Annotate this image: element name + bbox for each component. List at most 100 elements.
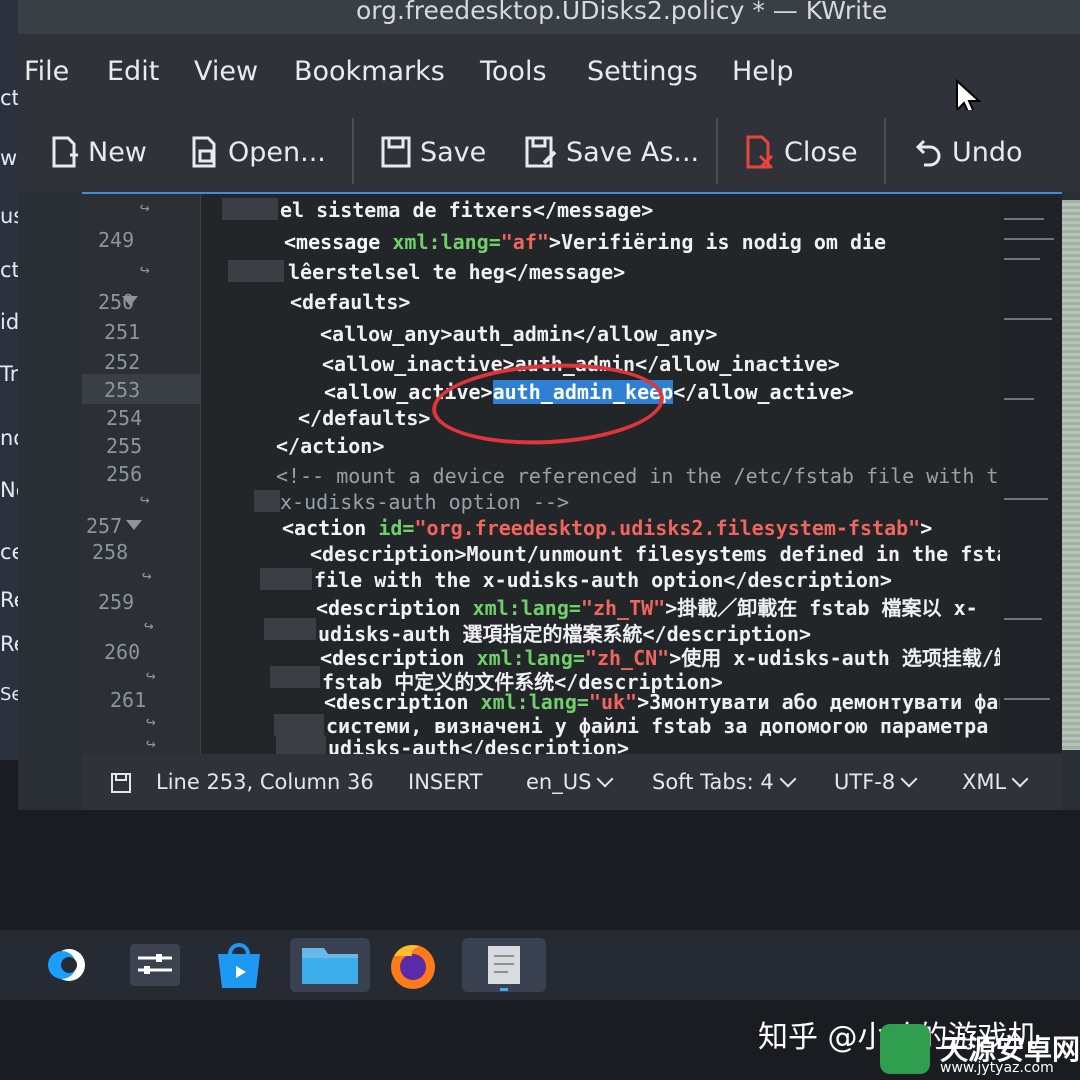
wrap-indent-shade — [228, 260, 284, 282]
minimap-line — [1004, 698, 1050, 700]
undo-label: Undo — [952, 136, 1023, 168]
chevron-down-icon — [900, 770, 918, 788]
new-button[interactable]: New — [50, 132, 147, 172]
line-number: 249 — [98, 228, 135, 252]
encoding-selector[interactable]: UTF-8 — [834, 770, 918, 794]
discover-store-icon[interactable] — [208, 938, 270, 992]
code-line: системи, визначені у файлі fstab за допо… — [326, 714, 1025, 738]
encoding-label: UTF-8 — [834, 770, 896, 794]
toolbar: New Open... Save Save As... Close Undo — [18, 110, 1080, 192]
line-number: 252 — [104, 350, 141, 374]
close-button[interactable]: Close — [744, 132, 858, 172]
wrap-indent-shade — [260, 568, 312, 590]
chevron-down-icon — [596, 770, 614, 788]
system-settings-icon[interactable] — [124, 938, 186, 992]
code-editor[interactable]: ↪ 249 ↪ 250 251 252 253 254 255 256 ↪ 25… — [82, 192, 1062, 754]
xml-attribute: xml:lang= — [380, 230, 501, 254]
menu-bookmarks[interactable]: Bookmarks — [294, 56, 445, 87]
indentation-label: Soft Tabs: 4 — [652, 770, 774, 794]
code-text-area[interactable]: el sistema de fitxers</message> <message… — [200, 194, 1059, 754]
save-label: Save — [420, 136, 487, 168]
wrap-indent-shade — [264, 618, 316, 640]
save-as-button[interactable]: Save As... — [524, 132, 699, 172]
fold-arrow-icon[interactable] — [122, 296, 138, 306]
line-number: 261 — [110, 688, 147, 712]
current-line-highlight — [82, 374, 200, 404]
open-button[interactable]: Open... — [190, 132, 326, 172]
cursor-position[interactable]: Line 253, Column 36 — [156, 770, 374, 794]
indentation-selector[interactable]: Soft Tabs: 4 — [652, 770, 797, 794]
wrap-marker-icon: ↪ — [144, 616, 154, 635]
status-bar: Line 253, Column 36 INSERT en_US Soft Ta… — [82, 754, 1062, 810]
line-number-gutter: ↪ 249 ↪ 250 251 252 253 254 255 256 ↪ 25… — [82, 194, 201, 754]
xml-text: >Змонтувати або демонтувати файлові — [637, 690, 1059, 714]
menu-file[interactable]: File — [24, 56, 69, 87]
undo-icon — [915, 139, 941, 167]
close-label: Close — [784, 136, 858, 168]
minimap-line — [1004, 258, 1040, 260]
save-icon — [381, 136, 411, 168]
save-button[interactable]: Save — [380, 132, 486, 172]
menu-tools[interactable]: Tools — [480, 56, 547, 87]
wrap-indent-shade — [274, 714, 324, 736]
code-line: el sistema de fitxers</message> — [280, 198, 654, 222]
dictionary-label: en_US — [526, 770, 592, 794]
fold-arrow-icon[interactable] — [126, 520, 142, 530]
line-number: 255 — [106, 434, 143, 458]
code-line: <description xml:lang="uk">Змонтувати аб… — [324, 690, 1059, 714]
line-number: 251 — [104, 320, 141, 344]
xml-value: "org.freedesktop.udisks2.filesystem-fsta… — [414, 516, 921, 540]
chevron-down-icon — [779, 770, 797, 788]
input-mode[interactable]: INSERT — [408, 770, 482, 794]
dictionary-selector[interactable]: en_US — [526, 770, 614, 794]
line-number: 257 — [86, 514, 123, 538]
line-number: 260 — [104, 640, 141, 664]
new-label: New — [88, 136, 147, 168]
new-document-icon — [52, 136, 78, 168]
xml-value: "zh_TW" — [580, 596, 666, 620]
code-line: <action id="org.freedesktop.udisks2.file… — [282, 516, 932, 540]
xml-value: "uk" — [588, 690, 638, 714]
menu-settings[interactable]: Settings — [587, 56, 698, 87]
wrap-indent-shade — [276, 736, 326, 754]
save-status-icon — [111, 773, 131, 793]
menu-edit[interactable]: Edit — [107, 56, 159, 87]
code-line: file with the x-udisks-auth option</desc… — [314, 568, 892, 592]
code-line: </action> — [276, 434, 385, 458]
kwrite-taskbar-icon[interactable] — [462, 938, 546, 992]
line-number: 254 — [106, 406, 143, 430]
scrollbar-minimap-strip[interactable] — [1062, 200, 1080, 750]
title-bar[interactable]: org.freedesktop.UDisks2.policy * — KWrit… — [18, 0, 1080, 34]
xml-tag: <message — [284, 230, 381, 254]
toolbar-separator — [352, 118, 354, 184]
xml-tag: > — [920, 516, 933, 540]
code-line: udisks-auth</description> — [328, 736, 630, 754]
desktop-item[interactable]: ct — [0, 86, 20, 110]
save-as-label: Save As... — [566, 136, 700, 168]
chevron-down-icon — [1011, 770, 1029, 788]
code-line: <defaults> — [290, 290, 411, 314]
menu-bar: File Edit View Bookmarks Tools Settings … — [18, 34, 1080, 116]
steam-deck-logo-icon[interactable] — [44, 938, 94, 992]
xml-tag: <description — [324, 690, 469, 714]
line-number: 258 — [92, 540, 129, 564]
wrap-indent-shade — [254, 490, 280, 512]
firefox-icon[interactable] — [382, 938, 444, 992]
minimap-line — [1004, 618, 1042, 620]
code-line: <message xml:lang="af">Verifiëring is no… — [284, 230, 886, 254]
menu-help[interactable]: Help — [732, 56, 794, 87]
minimap-line — [1004, 238, 1054, 240]
minimap-line — [1004, 498, 1048, 500]
menu-view[interactable]: View — [194, 56, 258, 87]
xml-text: >掛載／卸載在 fstab 檔案以 x- — [665, 596, 978, 620]
close-document-icon — [746, 135, 774, 170]
file-manager-icon[interactable] — [290, 938, 370, 992]
code-line: lêerstelsel te heg</message> — [288, 260, 626, 284]
undo-button[interactable]: Undo — [914, 132, 1023, 172]
desktop-item[interactable]: w — [0, 146, 17, 170]
syntax-mode-selector[interactable]: XML — [962, 770, 1029, 794]
minimap[interactable] — [1000, 198, 1062, 752]
save-as-icon — [525, 136, 557, 168]
xml-text: >使用 x-udisks-auth 选项挂载/卸载 — [669, 646, 1034, 670]
xml-text: >Verifiëring is nodig om die — [548, 230, 887, 254]
